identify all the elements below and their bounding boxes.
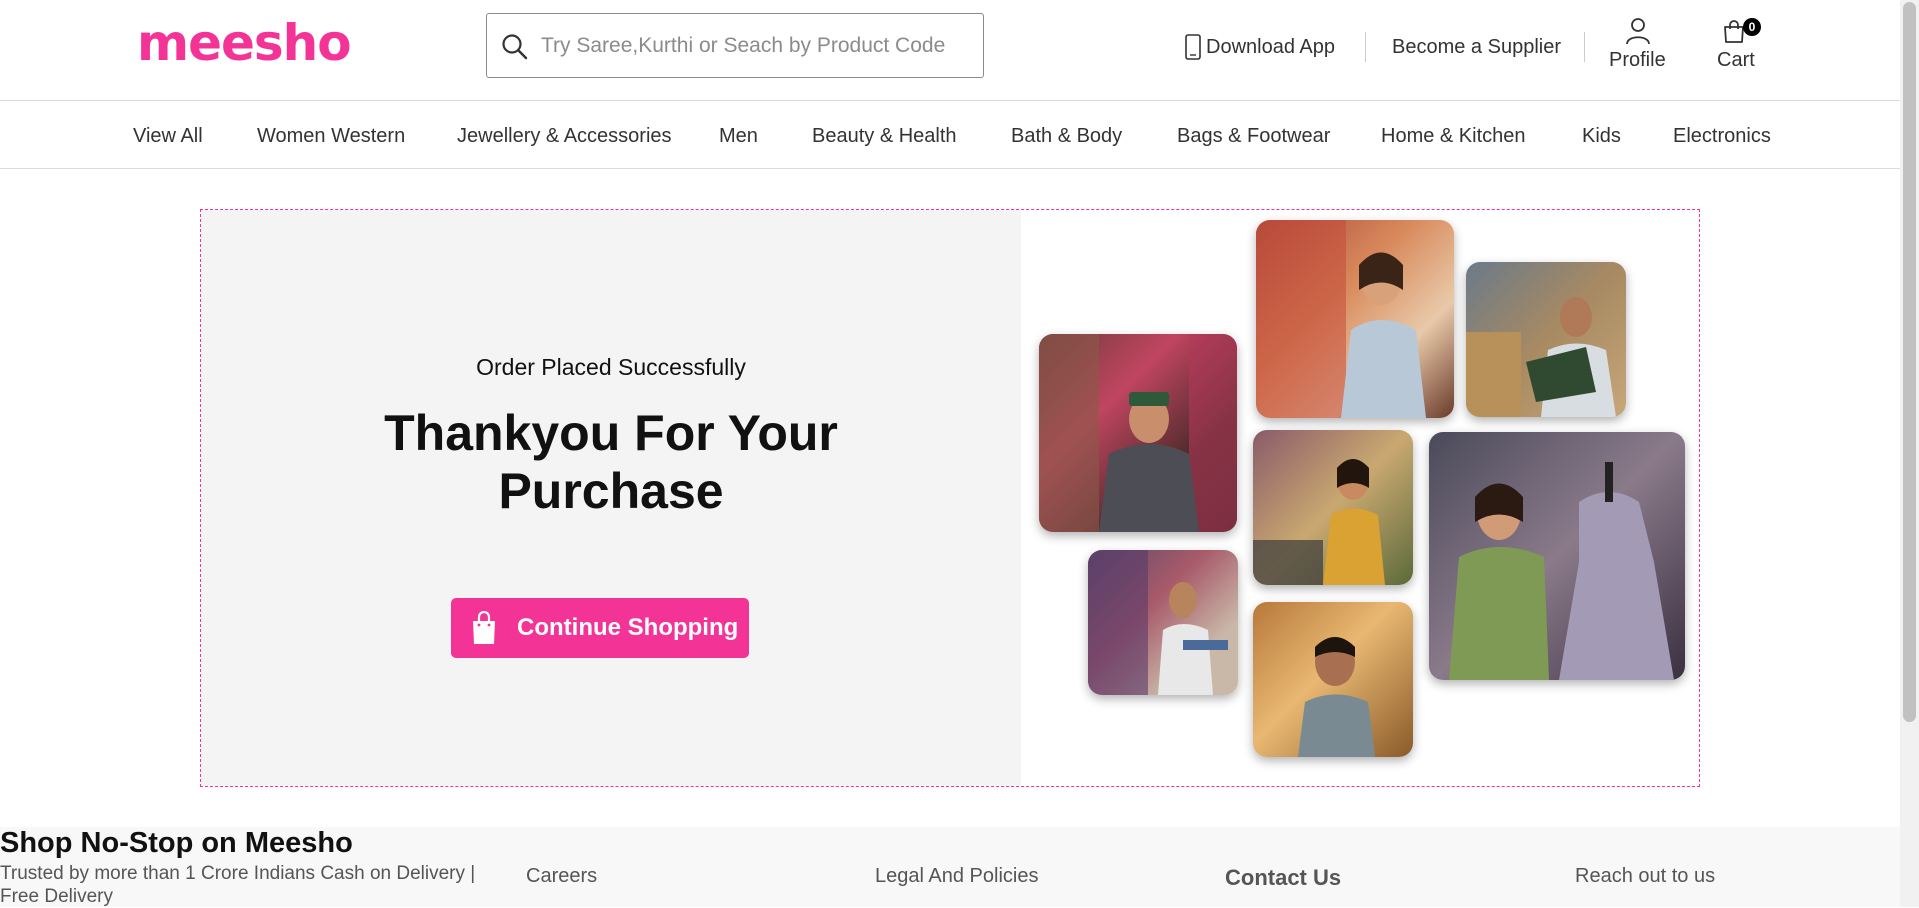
seller-photo	[1256, 220, 1454, 418]
header-divider	[1365, 32, 1366, 62]
header-divider	[1584, 32, 1585, 62]
seller-photo	[1429, 432, 1685, 680]
profile-icon[interactable]	[1624, 17, 1652, 45]
category-kids[interactable]: Kids	[1582, 125, 1621, 148]
footer-contact-heading: Contact Us	[1225, 865, 1342, 890]
order-status-text: Order Placed Successfully	[476, 354, 746, 380]
download-app-link[interactable]: Download App	[1206, 36, 1335, 59]
footer-reach-out-heading: Reach out to us	[1575, 865, 1716, 887]
category-view-all[interactable]: View All	[133, 125, 203, 148]
confirmation-panel: Order Placed Successfully Thankyou For Y…	[201, 210, 1021, 786]
thank-you-heading-line1: Thankyou For Your	[384, 405, 838, 461]
search-icon	[502, 34, 528, 60]
scrollbar-thumb[interactable]	[1903, 2, 1916, 722]
seller-figure-image	[1088, 550, 1228, 695]
footer-legal-link[interactable]: Legal And Policies	[875, 865, 1038, 888]
meesho-logo[interactable]: meesho	[137, 14, 352, 72]
continue-shopping-button[interactable]: Continue Shopping	[451, 598, 749, 658]
seller-figure-image	[1466, 297, 1616, 417]
footer-tagline: Trusted by more than 1 Crore Indians Cas…	[0, 863, 476, 907]
mobile-phone-icon	[1185, 34, 1201, 60]
category-home-kitchen[interactable]: Home & Kitchen	[1381, 125, 1526, 148]
seller-figure-image	[1256, 220, 1426, 418]
site-header: meesho Download App Become a Supplier Pr…	[0, 0, 1900, 101]
search-input[interactable]	[539, 30, 963, 62]
category-men[interactable]: Men	[719, 125, 758, 148]
category-electronics[interactable]: Electronics	[1673, 125, 1771, 148]
search-box[interactable]	[486, 13, 984, 78]
become-supplier-link[interactable]: Become a Supplier	[1392, 36, 1561, 59]
seller-photo	[1039, 334, 1237, 532]
category-bath-body[interactable]: Bath & Body	[1011, 125, 1122, 148]
seller-figure-image	[1253, 459, 1385, 585]
seller-figure-image	[1449, 462, 1674, 680]
order-confirmation-banner: Order Placed Successfully Thankyou For Y…	[200, 209, 1700, 787]
footer-heading: Shop No-Stop on Meesho	[0, 827, 353, 859]
seller-photo-collage	[1021, 210, 1699, 786]
thank-you-heading: Thankyou For Your Purchase	[201, 404, 1021, 520]
category-bags-footwear[interactable]: Bags & Footwear	[1177, 125, 1330, 148]
category-jewellery-accessories[interactable]: Jewellery & Accessories	[457, 125, 672, 148]
cart-count-badge: 0	[1743, 18, 1761, 36]
shopping-bag-icon	[473, 611, 495, 644]
category-beauty-health[interactable]: Beauty & Health	[812, 125, 957, 148]
seller-figure-image	[1039, 334, 1237, 532]
category-nav: View All Women Western Jewellery & Acces…	[0, 101, 1900, 169]
page-scrollbar[interactable]	[1900, 0, 1919, 907]
thank-you-heading-line2: Purchase	[498, 463, 724, 519]
seller-photo	[1253, 602, 1413, 757]
site-footer: Shop No-Stop on Meesho Trusted by more t…	[0, 827, 1900, 907]
cart-label[interactable]: Cart	[1717, 49, 1755, 72]
seller-photo	[1088, 550, 1238, 695]
seller-figure-image	[1298, 637, 1375, 757]
category-women-western[interactable]: Women Western	[257, 125, 405, 148]
continue-shopping-label: Continue Shopping	[517, 614, 739, 641]
seller-photo	[1466, 262, 1626, 417]
footer-careers-link[interactable]: Careers	[526, 865, 597, 888]
profile-label[interactable]: Profile	[1609, 49, 1666, 72]
seller-photo	[1253, 430, 1413, 585]
